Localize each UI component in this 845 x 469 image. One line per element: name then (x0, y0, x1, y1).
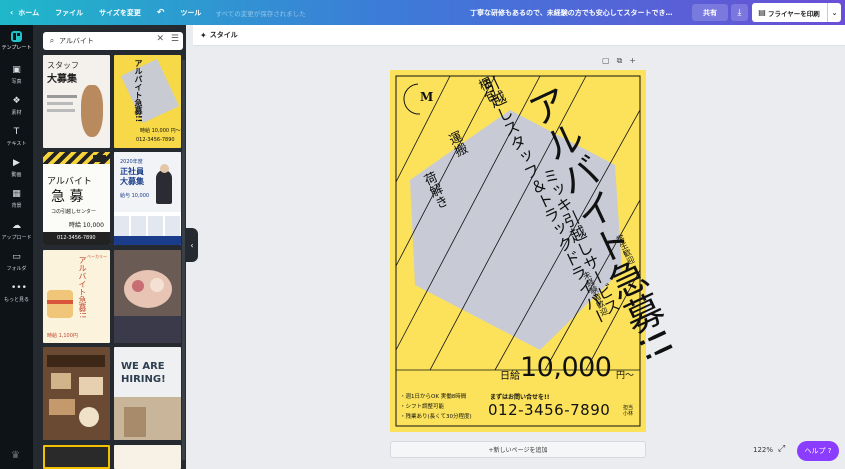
close-icon[interactable]: ✕ (156, 34, 164, 44)
sidebar-item-folder[interactable]: ▭ フォルダ (0, 252, 33, 272)
page-actions: ▢ ⧉ + (602, 56, 636, 66)
thumb-text: ベーカリー (87, 254, 107, 259)
thumb-text: 大募集 (47, 74, 77, 85)
undo-icon: ↶ (156, 7, 165, 18)
template-thumbnail[interactable]: アルバイト急募!! 時給 1,100円 ベーカリー (43, 250, 110, 343)
search-value: アルバイト (59, 37, 94, 45)
thumb-text: 2020年度 (120, 159, 143, 165)
chevron-left-icon: ‹ (10, 8, 14, 17)
style-button[interactable]: ✦ スタイル (200, 30, 238, 40)
thumb-text: 時給 1,100円 (47, 333, 78, 339)
flyer-canvas[interactable]: M アルバイト急募!! ミッキ引越しサービス 引越しスタッフ＆トラックドライバー… (390, 70, 682, 432)
thumb-text: 時給 10,000 円〜 (140, 128, 181, 134)
print-label: フライヤーを印刷 (768, 9, 820, 18)
collapse-panel-button[interactable]: ‹ (186, 228, 198, 262)
thumb-text: 急 募 (51, 189, 84, 205)
bag-illustration (81, 85, 103, 137)
template-thumbnail[interactable] (114, 445, 181, 469)
sparkle-icon: ✦ (200, 30, 207, 40)
thumb-text: HIRING! (121, 374, 166, 385)
video-icon: ▶ (13, 158, 20, 168)
panel-scrollbar[interactable] (182, 60, 185, 460)
search-input[interactable]: ⌕ アルバイト ✕ ☰ (43, 32, 183, 50)
tools-menu[interactable]: ツール (172, 0, 209, 25)
home-button[interactable]: ‹ ホーム (2, 0, 47, 25)
person-illustration (156, 170, 172, 204)
bullet-item[interactable]: ・週1日からOK 実働8時間 (400, 392, 466, 400)
file-menu[interactable]: ファイル (47, 0, 91, 25)
folder-icon: ▭ (12, 252, 21, 262)
photo-icon: ▣ (12, 65, 21, 75)
sidebar-item-upload[interactable]: ☁ アップロード (0, 221, 33, 241)
template-thumbnail[interactable]: アルバイト急募!! 時給 10,000 円〜 012-3456-7890 (114, 55, 181, 148)
template-icon (11, 31, 22, 42)
thumb-text: アルバイト急募!! (78, 256, 87, 319)
template-thumbnail[interactable] (43, 347, 110, 440)
thumb-text: 012-3456-7890 (43, 232, 110, 245)
comment-icon[interactable]: ▢ (602, 56, 610, 66)
filter-icon[interactable]: ☰ (171, 34, 179, 44)
autosave-status: すべての変更が保存されました (215, 9, 306, 18)
search-icon: ⌕ (49, 36, 55, 45)
flyer-logo[interactable]: M (420, 90, 433, 104)
sidebar-item-more[interactable]: ••• もっと見る (0, 283, 33, 303)
chevron-left-icon: ‹ (190, 240, 194, 250)
template-thumbnail[interactable]: 2020年度 正社員 大募集 給与 10,000 (114, 152, 181, 245)
sidebar-item-template[interactable]: テンプレート (0, 31, 33, 51)
wage-value[interactable]: 10,000 (520, 352, 612, 383)
help-button[interactable]: ヘルプ ? (797, 441, 839, 461)
document-icon: ▤ (758, 8, 766, 17)
editor-toolbar: ✦ スタイル (193, 25, 845, 46)
sidebar-item-photo[interactable]: ▣ 写真 (0, 65, 33, 85)
wage-label[interactable]: 日給 (500, 367, 520, 382)
add-icon[interactable]: + (629, 56, 636, 66)
thumb-text: WE ARE (121, 361, 165, 372)
more-icon: ••• (11, 283, 27, 293)
text-icon: T (13, 127, 20, 137)
fullscreen-icon[interactable]: ⤢ (778, 444, 785, 454)
style-label: スタイル (209, 31, 238, 39)
cake-illustration (47, 290, 73, 318)
thumb-text: 給与 10,000 (120, 193, 150, 199)
sidebar-item-background[interactable]: ▦ 背景 (0, 189, 33, 209)
thumb-text: 時給 10,000 (69, 222, 104, 229)
thumb-text: 012-3456-7890 (136, 137, 175, 143)
wage-unit[interactable]: 円〜 (616, 368, 634, 381)
chevron-down-icon[interactable]: ⌄ (827, 3, 841, 22)
contact-label[interactable]: まずはお問い合せを!! (490, 392, 549, 401)
document-title[interactable]: 丁寧な研修もあるので、未経験の方でも安心してスタートでき… (470, 0, 673, 25)
sidebar-item-text[interactable]: T テキスト (0, 127, 33, 147)
upload-icon: ☁ (12, 221, 21, 231)
bullet-item[interactable]: ・シフト調整可能 (400, 402, 444, 410)
zoom-level[interactable]: 122% (753, 446, 773, 454)
thumb-text: アルバイト急募!! (134, 59, 143, 123)
bullet-item[interactable]: ・残業あり(長くて30分程度) (400, 412, 472, 420)
sidebar-rail: テンプレート ▣ 写真 ❖ 素材 T テキスト ▶ 動画 ▦ 背景 ☁ アップロード ▭ フォ… (0, 25, 33, 469)
download-icon: ⤓ (737, 7, 742, 18)
background-icon: ▦ (12, 189, 21, 199)
contact-phone[interactable]: 012-3456-7890 (488, 401, 610, 419)
template-thumbnail[interactable]: WE ARE HIRING! (114, 347, 181, 440)
template-thumbnail[interactable] (114, 250, 181, 343)
download-button[interactable]: ⤓ (731, 4, 748, 21)
duplicate-icon[interactable]: ⧉ (617, 56, 623, 66)
contact-person[interactable]: 担当 小林 (623, 405, 635, 417)
thumb-text: 大募集 (120, 177, 144, 186)
crown-icon: ♛ (11, 450, 20, 461)
sidebar-item-video[interactable]: ▶ 動画 (0, 158, 33, 178)
thumb-text: コの引越しセンター (51, 209, 97, 215)
undo-button[interactable]: ↶ (149, 0, 173, 25)
print-flyer-button[interactable]: ▤ フライヤーを印刷 ⌄ (752, 3, 841, 22)
resize-button[interactable]: サイズを変更 (91, 0, 149, 25)
template-panel: ⌕ アルバイト ✕ ☰ スタッフ 大募集 アルバイト急募!! 時給 10,000… (33, 25, 186, 469)
sidebar-item-elements[interactable]: ❖ 素材 (0, 96, 33, 116)
template-thumbnail[interactable]: スタッフ 大募集 (43, 55, 110, 148)
top-bar: ‹ ホーム ファイル サイズを変更 ↶ ツール すべての変更が保存されました 丁寧… (0, 0, 845, 25)
template-thumbnail[interactable]: アルバイト 急 募 コの引越しセンター 時給 10,000 012-3456-7… (43, 152, 110, 245)
share-button[interactable]: 共有 (692, 4, 728, 21)
elements-icon: ❖ (12, 96, 21, 106)
add-page-button[interactable]: +新しいページを追加 (390, 441, 646, 458)
template-thumbnail[interactable] (43, 445, 110, 469)
